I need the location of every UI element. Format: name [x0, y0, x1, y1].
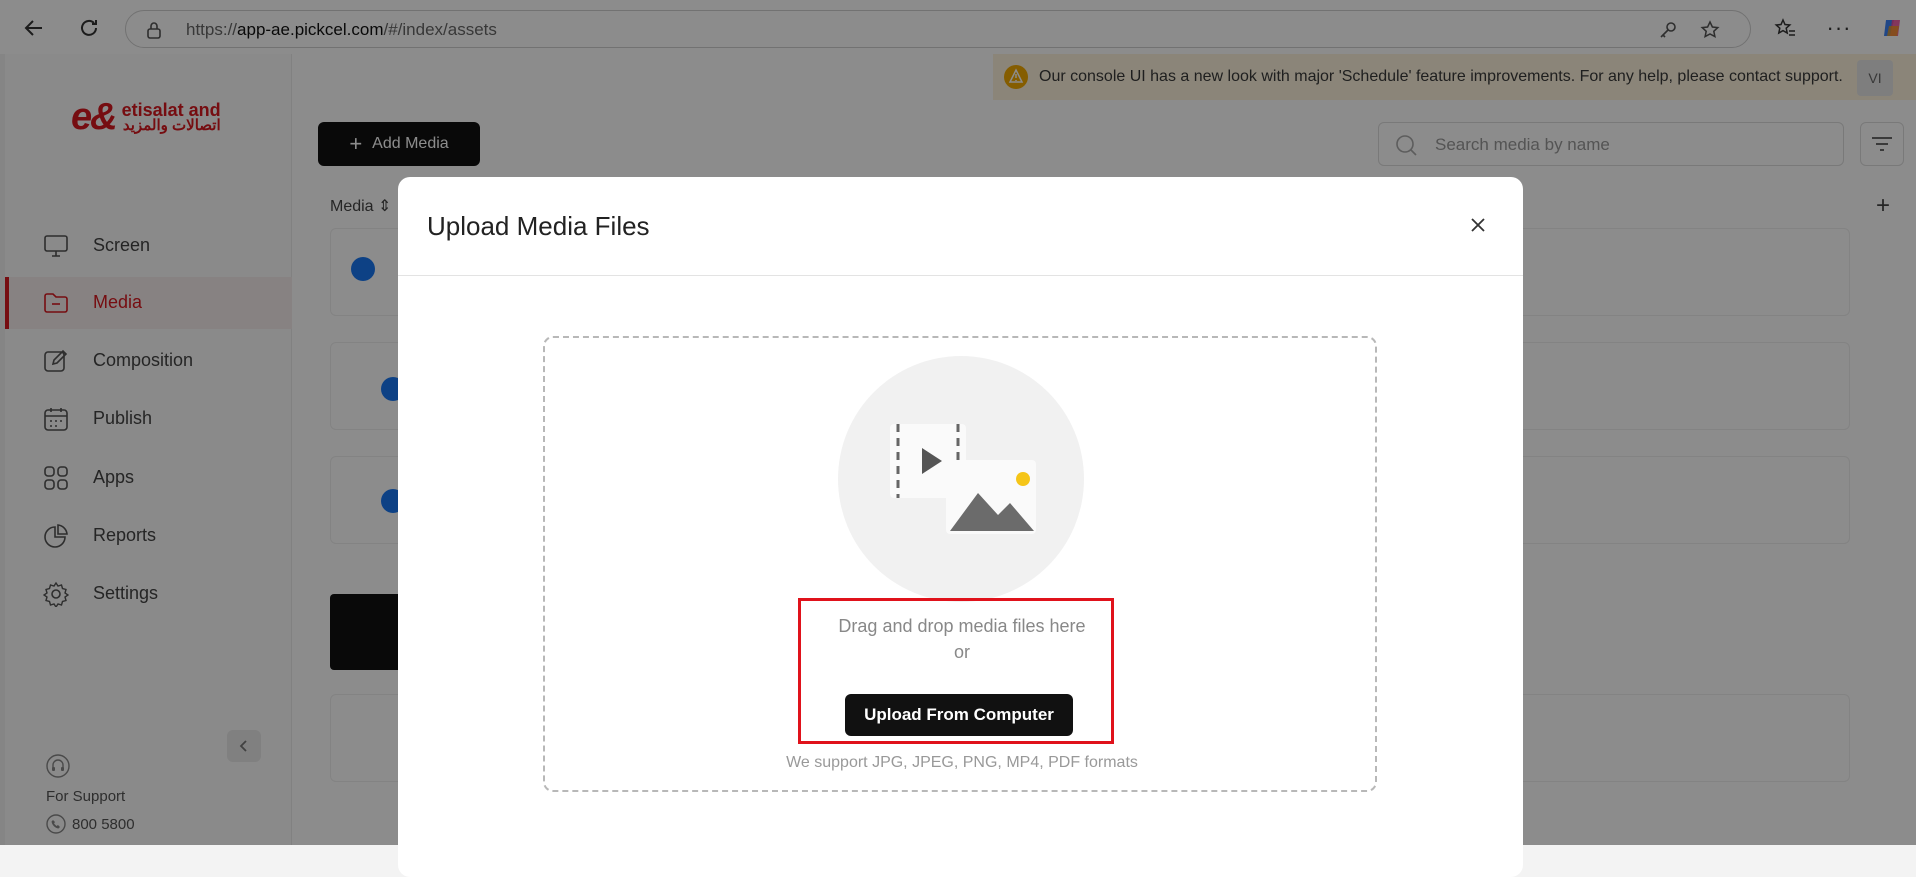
close-modal-button[interactable] [1466, 213, 1490, 237]
modal-divider [398, 275, 1523, 276]
media-illustration [838, 356, 1084, 602]
video-image-icon [890, 424, 1036, 534]
upload-media-modal: Upload Media Files Drag and drop media f… [398, 177, 1523, 877]
close-icon [1471, 218, 1485, 232]
modal-title: Upload Media Files [427, 211, 650, 241]
annotation-highlight-box [798, 598, 1114, 744]
supported-formats-text: We support JPG, JPEG, PNG, MP4, PDF form… [786, 754, 1138, 771]
